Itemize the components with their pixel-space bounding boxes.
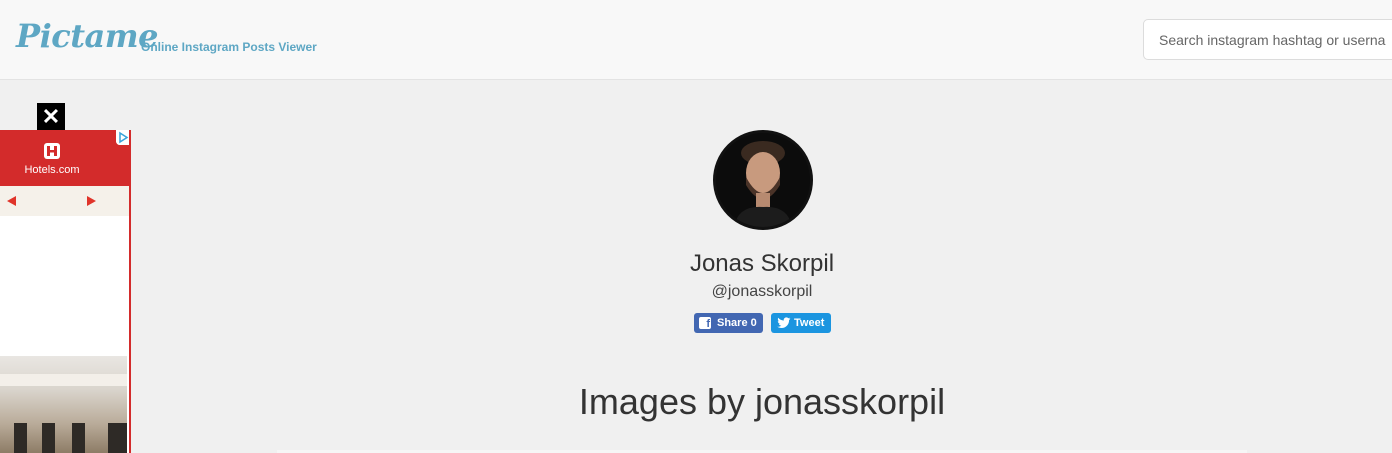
profile-avatar[interactable]: [713, 130, 813, 230]
twitter-bird-icon: [777, 317, 791, 328]
ad-photo-pillar: [42, 423, 55, 453]
share-button-label: Share 0: [717, 317, 757, 329]
ad-prev-arrow-icon[interactable]: [7, 196, 16, 206]
ad-hotel-image[interactable]: [0, 356, 127, 453]
ad-photo-pillar: [72, 423, 85, 453]
ad-carousel-nav: [0, 186, 129, 216]
site-tagline: Online Instagram Posts Viewer: [141, 40, 317, 54]
ad-choices-icon[interactable]: [116, 130, 131, 145]
ad-brand-name: Hotels.com: [24, 164, 80, 176]
profile-handle: @jonasskorpil: [711, 283, 813, 300]
facebook-share-button[interactable]: f Share 0: [694, 313, 763, 333]
facebook-icon: f: [699, 317, 711, 330]
avatar-portrait-icon: [716, 133, 810, 227]
ad-content-area[interactable]: [0, 216, 129, 356]
hotels-logo-icon: [44, 143, 60, 159]
ad-brand-banner[interactable]: Hotels.com: [0, 130, 131, 186]
tweet-button[interactable]: Tweet: [771, 313, 831, 333]
pictame-logo[interactable]: Pictame: [16, 16, 158, 56]
ad-close-button[interactable]: ✕: [37, 103, 65, 131]
sidebar-ad[interactable]: Hotels.com: [0, 130, 131, 453]
ad-photo-pillar: [108, 423, 127, 453]
profile-name: Jonas Skorpil: [689, 250, 835, 277]
top-header: Pictame Online Instagram Posts Viewer: [0, 0, 1392, 80]
ad-photo-pillar: [14, 423, 27, 453]
section-title: Images by jonasskorpil: [578, 381, 946, 422]
tweet-button-label: Tweet: [794, 317, 825, 329]
search-input[interactable]: [1143, 19, 1392, 60]
ad-photo-ceiling: [0, 374, 127, 386]
ad-next-arrow-icon[interactable]: [87, 196, 96, 206]
